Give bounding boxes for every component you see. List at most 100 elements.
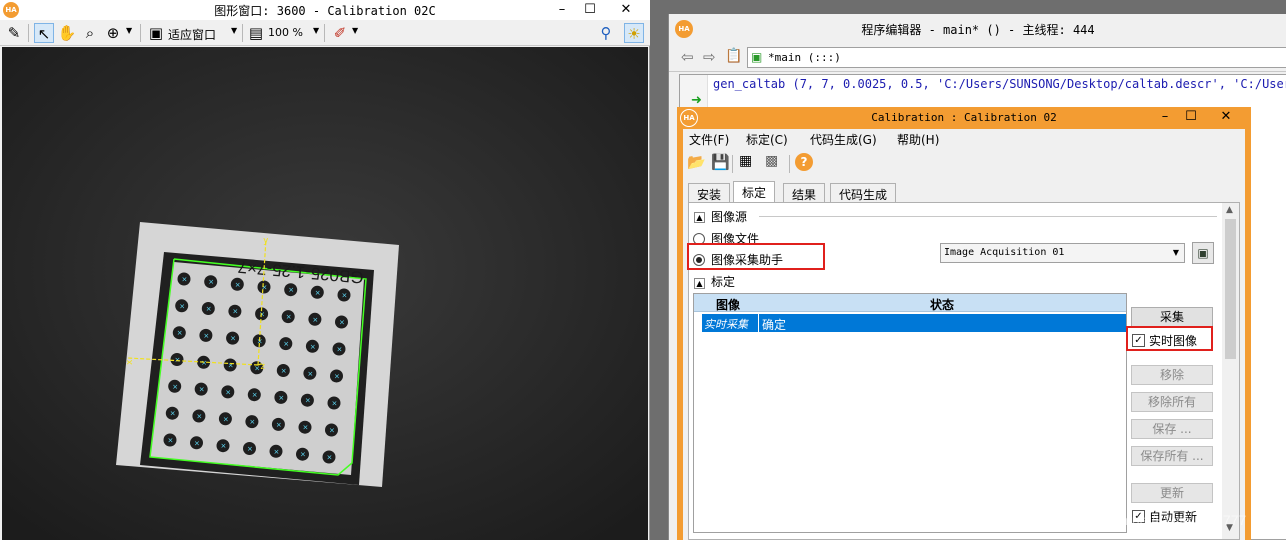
mark-center-cross: × bbox=[225, 388, 231, 396]
program-editor-title: 程序编辑器 - main* () - 主线程: 444 bbox=[861, 23, 1095, 37]
mark-center-cross: × bbox=[179, 302, 185, 310]
remove-all-button[interactable]: 移除所有 bbox=[1131, 392, 1213, 412]
menu-codegen[interactable]: 代码生成(G) bbox=[810, 131, 877, 148]
hand-pan-icon[interactable]: ✋ bbox=[57, 23, 77, 43]
magnifier-icon[interactable]: ⌕ bbox=[80, 23, 100, 43]
tab-panel-calibration: ▲ 图像源 图像文件 图像采集助手 Image Acquisition 01 ▼… bbox=[687, 202, 1240, 540]
fit-dropdown-icon[interactable]: ▼ bbox=[231, 26, 237, 35]
mark-center-cross: × bbox=[235, 281, 241, 289]
menu-help[interactable]: 帮助(H) bbox=[897, 131, 939, 148]
inspect-icon[interactable]: ⚲ bbox=[596, 23, 616, 43]
zoom-percent-icon: ▤ bbox=[248, 24, 264, 42]
image-source-heading: 图像源 bbox=[711, 210, 748, 224]
calibration-image: GB025-1.25-7×7 × × × × × × ×× × × × × × ×× × × × × × ×× × × ×… bbox=[2, 47, 648, 540]
mark-center-cross: × bbox=[315, 289, 321, 297]
code-line[interactable]: gen_caltab (7, 7, 0.0025, 0.5, 'C:/Users… bbox=[713, 77, 1286, 91]
color-pen-icon[interactable]: ✐ bbox=[330, 23, 350, 43]
procedure-name: *main (:::) bbox=[768, 51, 841, 64]
graphics-toolbar: ✎ ↖ ✋ ⌕ ⊕ ▼ ▣ 适应窗口 ▼ ▤ 100 % ▼ ✐ ▼ ⚲ ☀ bbox=[0, 20, 650, 46]
svg-text:x: x bbox=[125, 359, 135, 365]
svg-text:z: z bbox=[260, 362, 265, 372]
acquisition-settings-icon[interactable]: ▣ bbox=[1192, 242, 1214, 264]
mark-center-cross: × bbox=[274, 448, 280, 456]
mark-center-cross: × bbox=[199, 386, 205, 394]
mark-center-cross: × bbox=[278, 394, 284, 402]
mark-center-cross: × bbox=[276, 421, 282, 429]
svg-text:y: y bbox=[263, 236, 269, 246]
procedure-icon-green: ▣ bbox=[751, 50, 763, 64]
zoom-icon[interactable]: ⊕ bbox=[103, 23, 123, 43]
tab-results[interactable]: 结果 bbox=[783, 183, 826, 203]
save-all-button[interactable]: 保存所有 ... bbox=[1131, 446, 1213, 466]
dialog-close-button[interactable]: ✕ bbox=[1205, 107, 1247, 127]
procedure-select[interactable]: ▣ *main (:::) bbox=[747, 47, 1286, 68]
back-arrow-icon[interactable]: ⇦ bbox=[681, 48, 694, 66]
program-editor-titlebar: HA 程序编辑器 - main* () - 主线程: 444 bbox=[669, 14, 1286, 44]
mark-center-cross: × bbox=[339, 319, 345, 327]
scroll-up-icon[interactable]: ▲ bbox=[1226, 205, 1233, 215]
light-icon[interactable]: ☀ bbox=[624, 23, 644, 43]
mark-center-cross: × bbox=[228, 362, 234, 370]
mark-center-cross: × bbox=[342, 292, 348, 300]
save-icon[interactable]: 💾 bbox=[711, 153, 730, 171]
fit-window-icon[interactable]: ▣ bbox=[146, 23, 166, 43]
mark-center-cross: × bbox=[172, 383, 178, 391]
collapse-image-source-button[interactable]: ▲ bbox=[694, 212, 705, 223]
mark-center-cross: × bbox=[175, 356, 181, 364]
update-button[interactable]: 更新 bbox=[1131, 483, 1213, 503]
mark-center-cross: × bbox=[337, 346, 343, 354]
mark-center-cross: × bbox=[281, 367, 287, 375]
dialog-maximize-button[interactable]: ☐ bbox=[1177, 107, 1205, 127]
graphics-window: HA 图形窗口: 3600 - Calibration 02C – ☐ ✕ ✎ … bbox=[0, 0, 650, 540]
image-canvas[interactable]: GB025-1.25-7×7 × × × × × × × × × × × × × × × × × × × × × × × × ×… bbox=[2, 47, 648, 540]
maximize-button[interactable]: ☐ bbox=[576, 0, 604, 20]
column-status[interactable]: 状态 bbox=[930, 296, 954, 313]
mark-center-cross: × bbox=[307, 370, 313, 378]
fit-window-label[interactable]: 适应窗口 bbox=[168, 26, 216, 43]
mark-center-cross: × bbox=[288, 286, 294, 294]
mark-center-cross: × bbox=[283, 340, 289, 348]
mark-center-cross: × bbox=[247, 445, 253, 453]
table-row[interactable]: 实时采集 确定 bbox=[702, 314, 1126, 332]
tab-calibration[interactable]: 标定 bbox=[733, 181, 776, 203]
vertical-scrollbar[interactable]: ▲ ▼ bbox=[1222, 203, 1239, 539]
dialog-minimize-button[interactable]: – bbox=[1151, 107, 1179, 127]
mark-center-cross: × bbox=[249, 418, 255, 426]
tab-codegen[interactable]: 代码生成 bbox=[830, 183, 897, 203]
help-icon[interactable]: ? bbox=[795, 153, 813, 171]
zoom-value[interactable]: 100 % bbox=[268, 26, 303, 39]
pointer-icon[interactable]: ↖ bbox=[34, 23, 54, 43]
collapse-calibration-button[interactable]: ▲ bbox=[694, 278, 705, 289]
edit-icon[interactable]: ✎ bbox=[4, 23, 24, 43]
tab-setup[interactable]: 安装 bbox=[688, 183, 731, 203]
camera-image-icon[interactable]: ▩ bbox=[765, 153, 778, 169]
mark-center-cross: × bbox=[223, 415, 229, 423]
calibration-table-icon[interactable]: ▦ bbox=[739, 153, 752, 169]
zoom-dropdown-icon[interactable]: ▼ bbox=[126, 26, 132, 35]
scrollbar-thumb[interactable] bbox=[1225, 219, 1236, 359]
procedure-icon[interactable]: 📋 bbox=[725, 48, 742, 64]
save-button[interactable]: 保存 ... bbox=[1131, 419, 1213, 439]
close-button[interactable]: ✕ bbox=[606, 0, 646, 20]
mark-center-cross: × bbox=[196, 413, 202, 421]
column-image[interactable]: 图像 bbox=[716, 296, 740, 313]
highlight-box-acquisition bbox=[687, 243, 825, 270]
acquire-button[interactable]: 采集 bbox=[1131, 307, 1213, 327]
color-dropdown-icon[interactable]: ▼ bbox=[352, 26, 358, 35]
mark-center-cross: × bbox=[329, 427, 335, 435]
remove-button[interactable]: 移除 bbox=[1131, 365, 1213, 385]
highlight-box-live-image bbox=[1126, 326, 1213, 351]
table-header: 图像 状态 bbox=[694, 294, 1126, 312]
zoom-value-dropdown-icon[interactable]: ▼ bbox=[313, 26, 319, 35]
menu-calibration[interactable]: 标定(C) bbox=[746, 131, 788, 148]
minimize-button[interactable]: – bbox=[548, 0, 576, 20]
open-folder-icon[interactable]: 📂 bbox=[687, 153, 706, 171]
acquisition-select[interactable]: Image Acquisition 01 ▼ bbox=[940, 243, 1185, 263]
forward-arrow-icon[interactable]: ⇨ bbox=[703, 48, 716, 66]
mark-center-cross: × bbox=[230, 335, 236, 343]
calibration-image-table[interactable]: 图像 状态 实时采集 确定 bbox=[693, 293, 1127, 533]
mark-center-cross: × bbox=[177, 329, 183, 337]
menu-file[interactable]: 文件(F) bbox=[689, 131, 729, 148]
mark-center-cross: × bbox=[334, 373, 340, 381]
mark-center-cross: × bbox=[310, 343, 316, 351]
